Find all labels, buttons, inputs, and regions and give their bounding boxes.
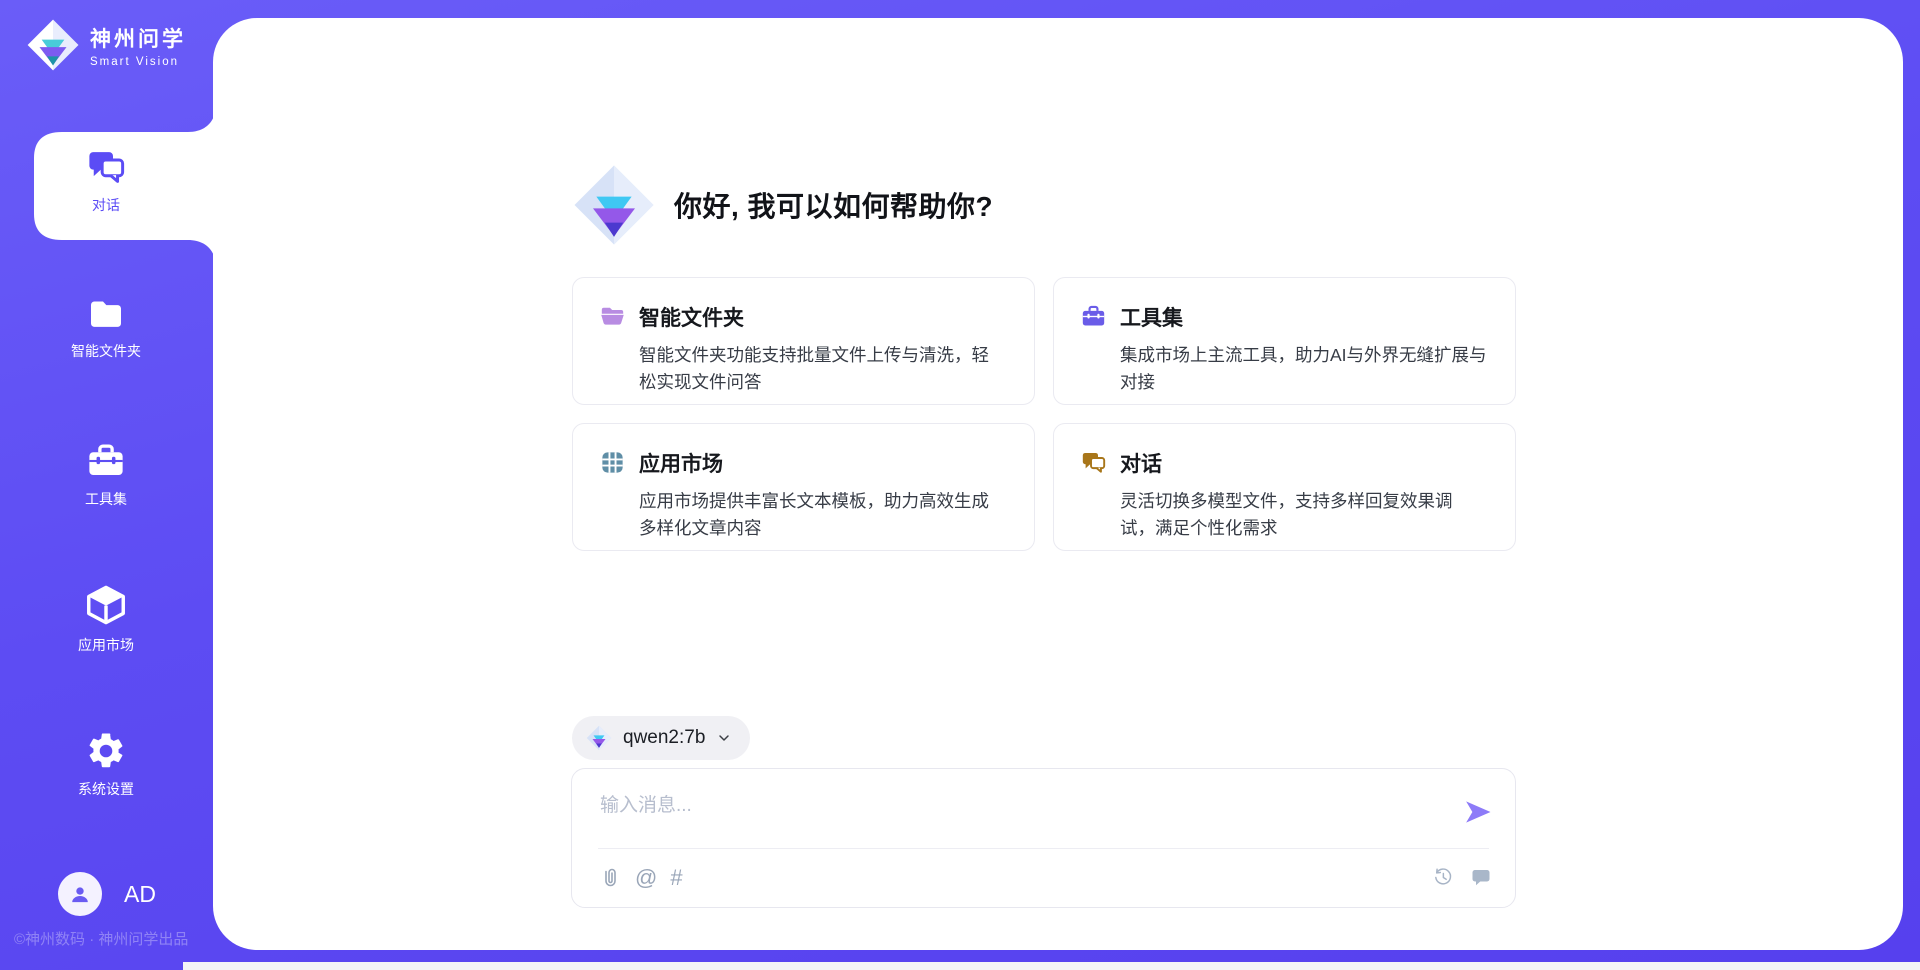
chat-icon — [85, 146, 127, 188]
card-description: 灵活切换多模型文件，支持多样回复效果调试，满足个性化需求 — [1120, 488, 1487, 542]
model-selector[interactable]: qwen2:7b — [572, 716, 750, 760]
card-toolset[interactable]: 工具集 集成市场上主流工具，助力AI与外界无缝扩展与对接 — [1053, 277, 1516, 405]
briefcase-icon — [1080, 303, 1107, 330]
composer-divider — [598, 848, 1489, 849]
card-description: 智能文件夹功能支持批量文件上传与清洗，轻松实现文件问答 — [639, 342, 1006, 396]
folder-icon — [86, 294, 126, 334]
horizontal-scrollbar[interactable] — [183, 962, 1920, 970]
user-profile[interactable]: AD — [58, 872, 156, 916]
card-description: 应用市场提供丰富长文本模板，助力高效生成多样化文章内容 — [639, 488, 1006, 542]
sidebar-item-market[interactable]: 应用市场 — [0, 582, 212, 655]
sidebar-item-tools[interactable]: 工具集 — [0, 440, 212, 509]
user-name: AD — [124, 881, 156, 908]
card-app-market[interactable]: 应用市场 应用市场提供丰富长文本模板，助力高效生成多样化文章内容 — [572, 423, 1035, 551]
copyright: ©神州数码 · 神州问学出品 — [14, 928, 188, 949]
briefcase-icon — [85, 440, 127, 482]
cube-icon — [83, 582, 129, 628]
message-composer: @ # — [571, 768, 1516, 908]
sidebar-item-label: 工具集 — [85, 489, 127, 509]
diamond-logo-icon — [572, 163, 656, 247]
diamond-logo-icon — [586, 725, 612, 751]
card-chat[interactable]: 对话 灵活切换多模型文件，支持多样回复效果调试，满足个性化需求 — [1053, 423, 1516, 551]
chat-icon — [1080, 449, 1107, 476]
chat-bubble-icon[interactable] — [1469, 865, 1493, 889]
gear-icon — [85, 730, 127, 772]
sidebar-item-label: 系统设置 — [78, 779, 134, 799]
folder-open-icon — [599, 303, 626, 330]
card-title: 应用市场 — [639, 448, 1006, 478]
sidebar-item-label: 智能文件夹 — [71, 341, 141, 361]
at-icon[interactable]: @ — [635, 865, 657, 891]
card-title: 工具集 — [1120, 302, 1487, 332]
card-title: 智能文件夹 — [639, 302, 1006, 332]
sidebar-item-folders[interactable]: 智能文件夹 — [0, 294, 212, 361]
card-smart-folder[interactable]: 智能文件夹 智能文件夹功能支持批量文件上传与清洗，轻松实现文件问答 — [572, 277, 1035, 405]
hash-icon[interactable]: # — [670, 865, 682, 891]
sidebar-item-label: 对话 — [92, 195, 120, 215]
sidebar-item-settings[interactable]: 系统设置 — [0, 730, 212, 799]
send-icon[interactable] — [1463, 797, 1493, 827]
feature-cards: 智能文件夹 智能文件夹功能支持批量文件上传与清洗，轻松实现文件问答 工具集 集成… — [572, 277, 1516, 551]
sidebar-item-label: 应用市场 — [78, 635, 134, 655]
main-panel: 你好, 我可以如何帮助你? 智能文件夹 智能文件夹功能支持批量文件上传与清洗，轻… — [213, 18, 1903, 950]
avatar — [58, 872, 102, 916]
greeting: 你好, 我可以如何帮助你? — [572, 163, 993, 247]
model-name: qwen2:7b — [623, 727, 705, 749]
card-title: 对话 — [1120, 448, 1487, 478]
chevron-down-icon — [716, 730, 732, 746]
paperclip-icon[interactable] — [598, 866, 622, 890]
sidebar-item-chat[interactable]: 对话 — [0, 146, 212, 215]
greeting-title: 你好, 我可以如何帮助你? — [674, 185, 993, 225]
grid-icon — [599, 449, 626, 476]
history-icon[interactable] — [1431, 865, 1455, 889]
user-avatar-icon — [67, 881, 93, 907]
card-description: 集成市场上主流工具，助力AI与外界无缝扩展与对接 — [1120, 342, 1487, 396]
